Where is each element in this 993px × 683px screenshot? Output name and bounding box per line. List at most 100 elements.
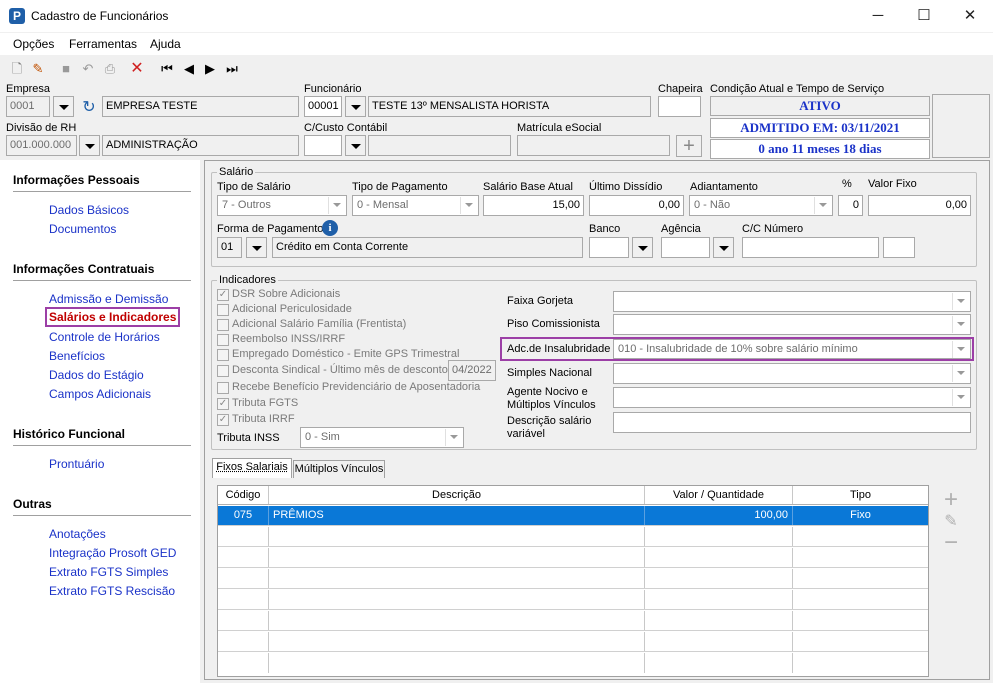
cc-digito-field[interactable] bbox=[883, 237, 915, 258]
refresh-icon[interactable]: ↻ bbox=[78, 97, 100, 117]
descricao-salario-field[interactable] bbox=[613, 412, 971, 433]
adiantamento-select[interactable]: 0 - Não bbox=[689, 195, 833, 216]
maximize-button[interactable]: ☐ bbox=[901, 0, 947, 32]
piso-label: Piso Comissionista bbox=[507, 318, 600, 330]
funcionario-label: Funcionário bbox=[304, 83, 362, 95]
agencia-field[interactable] bbox=[661, 237, 710, 258]
table-row-empty bbox=[218, 590, 928, 610]
menu-opcoes[interactable]: Opções bbox=[13, 37, 54, 51]
matricula-field[interactable] bbox=[517, 135, 670, 156]
sidebar-item-documentos[interactable]: Documentos bbox=[49, 222, 116, 236]
agente-select[interactable] bbox=[613, 387, 971, 408]
sidebar bbox=[0, 160, 200, 683]
desconto-mes-field[interactable]: 04/2022 bbox=[448, 360, 496, 381]
window-title: Cadastro de Funcionários bbox=[31, 9, 169, 23]
agencia-label: Agência bbox=[661, 223, 701, 235]
divider bbox=[13, 191, 191, 192]
divisao-dropdown-button[interactable] bbox=[79, 135, 100, 156]
insalubridade-select[interactable]: 010 - Insalubridade de 10% sobre salário… bbox=[613, 339, 971, 359]
funcionario-code-field[interactable]: 00001 bbox=[304, 96, 342, 117]
ccusto-code-field[interactable] bbox=[304, 135, 342, 156]
empresa-code-field[interactable]: 0001 bbox=[6, 96, 50, 117]
sidebar-item-integracao-ged[interactable]: Integração Prosoft GED bbox=[49, 546, 176, 560]
sidebar-item-admissao[interactable]: Admissão e Demissão bbox=[49, 292, 168, 306]
tab-multiplos-vinculos[interactable]: Múltiplos Vínculos bbox=[293, 460, 385, 478]
simples-select[interactable] bbox=[613, 363, 971, 384]
sidebar-item-salarios[interactable]: Salários e Indicadores bbox=[45, 307, 181, 327]
periculosidade-checkbox[interactable] bbox=[217, 304, 229, 316]
minimize-button[interactable]: ─ bbox=[855, 0, 901, 32]
banco-field[interactable] bbox=[589, 237, 629, 258]
photo-frame[interactable] bbox=[932, 94, 990, 158]
ccusto-name-field bbox=[368, 135, 511, 156]
salario-familia-checkbox[interactable] bbox=[217, 319, 229, 331]
close-window-button[interactable]: ✕ bbox=[947, 0, 993, 32]
column-valor[interactable]: Valor / Quantidade bbox=[645, 486, 793, 504]
print-icon[interactable]: ⎙ bbox=[101, 60, 119, 78]
section-informacoes-contratuais: Informações Contratuais bbox=[13, 262, 155, 276]
tab-fixos-salariais[interactable]: Fixos Salariais bbox=[212, 458, 292, 478]
tipo-salario-select[interactable]: 7 - Outros bbox=[217, 195, 347, 216]
tributa-irrf-checkbox[interactable]: ✓ bbox=[217, 414, 229, 426]
sidebar-item-prontuario[interactable]: Prontuário bbox=[49, 457, 104, 471]
sidebar-item-controle-horarios[interactable]: Controle de Horários bbox=[49, 330, 160, 344]
empresa-dropdown-button[interactable] bbox=[53, 96, 74, 117]
sidebar-item-dados-basicos[interactable]: Dados Básicos bbox=[49, 203, 129, 217]
toolbar bbox=[0, 56, 993, 82]
table-row[interactable]: 075 PRÊMIOS 100,00 Fixo bbox=[218, 506, 928, 526]
table-row-empty bbox=[218, 569, 928, 589]
delete-icon[interactable]: ✕ bbox=[128, 60, 146, 78]
descricao-label-1: Descrição salário bbox=[507, 415, 592, 427]
add-matricula-button[interactable]: + bbox=[676, 135, 702, 157]
piso-select[interactable] bbox=[613, 314, 971, 335]
column-tipo[interactable]: Tipo bbox=[793, 486, 928, 504]
sidebar-item-campos-adicionais[interactable]: Campos Adicionais bbox=[49, 387, 151, 401]
sindical-checkbox[interactable] bbox=[217, 365, 229, 377]
cell-descricao: PRÊMIOS bbox=[269, 506, 645, 525]
cc-numero-field[interactable] bbox=[742, 237, 879, 258]
remove-row-button[interactable]: − bbox=[941, 531, 961, 555]
sidebar-item-anotacoes[interactable]: Anotações bbox=[49, 527, 106, 541]
previous-record-icon[interactable]: ◀ bbox=[180, 60, 198, 78]
save-icon[interactable]: ■ bbox=[57, 60, 75, 78]
sidebar-item-extrato-fgts-simples[interactable]: Extrato FGTS Simples bbox=[49, 565, 168, 579]
divisao-code-field[interactable]: 001.000.000 bbox=[6, 135, 77, 156]
sidebar-item-estagio[interactable]: Dados do Estágio bbox=[49, 368, 144, 382]
valor-fixo-field[interactable]: 0,00 bbox=[868, 195, 971, 216]
ccusto-label: C/Custo Contábil bbox=[304, 122, 388, 134]
add-row-button[interactable]: + bbox=[941, 488, 961, 512]
next-record-icon[interactable]: ▶ bbox=[201, 60, 219, 78]
banco-dropdown[interactable] bbox=[632, 237, 653, 258]
column-descricao[interactable]: Descrição bbox=[269, 486, 645, 504]
menu-ajuda[interactable]: Ajuda bbox=[150, 37, 181, 51]
undo-icon[interactable]: ↶ bbox=[79, 60, 97, 78]
agencia-dropdown[interactable] bbox=[713, 237, 734, 258]
ultimo-dissidio-field[interactable]: 0,00 bbox=[589, 195, 684, 216]
info-icon[interactable]: i bbox=[322, 220, 338, 236]
new-document-icon[interactable]: 🗋 bbox=[8, 60, 26, 78]
aposentadoria-checkbox[interactable] bbox=[217, 382, 229, 394]
tributa-inss-select[interactable]: 0 - Sim bbox=[300, 427, 464, 448]
edit-icon[interactable]: ✎ bbox=[29, 60, 47, 78]
forma-pagamento-code[interactable]: 01 bbox=[217, 237, 242, 258]
first-record-icon[interactable]: ⏮ bbox=[158, 60, 176, 78]
banco-label: Banco bbox=[589, 223, 621, 235]
sidebar-item-beneficios[interactable]: Benefícios bbox=[49, 349, 105, 363]
sidebar-item-extrato-fgts-rescisao[interactable]: Extrato FGTS Rescisão bbox=[49, 584, 175, 598]
menu-ferramentas[interactable]: Ferramentas bbox=[69, 37, 137, 51]
reembolso-checkbox[interactable] bbox=[217, 334, 229, 346]
domestico-checkbox[interactable] bbox=[217, 349, 229, 361]
domestico-label: Empregado Doméstico - Emite GPS Trimestr… bbox=[232, 348, 460, 360]
column-codigo[interactable]: Código bbox=[218, 486, 269, 504]
tipo-pagamento-select[interactable]: 0 - Mensal bbox=[352, 195, 479, 216]
dsr-checkbox[interactable]: ✓ bbox=[217, 289, 229, 301]
last-record-icon[interactable]: ⏭ bbox=[223, 60, 241, 78]
ccusto-dropdown-button[interactable] bbox=[345, 135, 366, 156]
forma-pagamento-dropdown[interactable] bbox=[246, 237, 267, 258]
percent-field[interactable]: 0 bbox=[838, 195, 863, 216]
salario-base-field[interactable]: 15,00 bbox=[483, 195, 584, 216]
tributa-fgts-checkbox[interactable]: ✓ bbox=[217, 398, 229, 410]
chapeira-field[interactable] bbox=[658, 96, 701, 117]
faixa-gorjeta-select[interactable] bbox=[613, 291, 971, 312]
funcionario-dropdown-button[interactable] bbox=[345, 96, 366, 117]
